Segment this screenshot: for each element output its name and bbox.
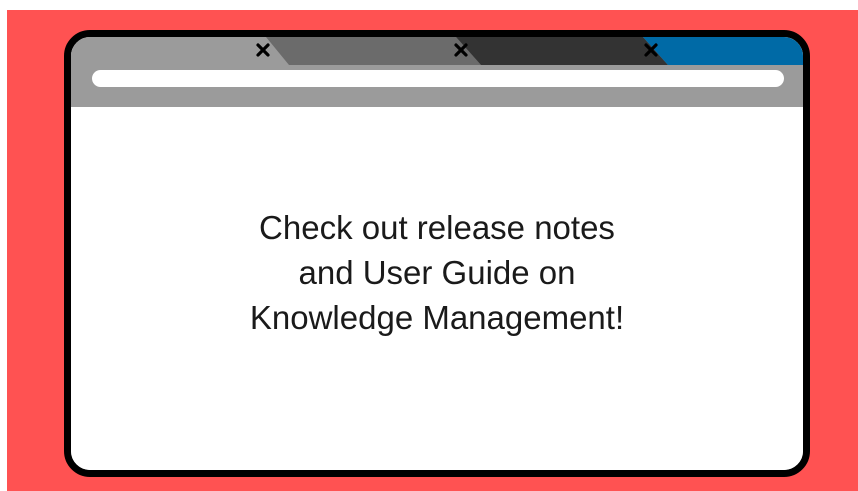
tab-3[interactable] <box>456 37 668 65</box>
tab-2[interactable] <box>266 37 481 65</box>
close-icon[interactable] <box>254 41 272 59</box>
slide-background: Check out release notes and User Guide o… <box>7 10 858 491</box>
tab-bar <box>71 37 803 65</box>
announcement-line-3: Knowledge Management! <box>249 299 625 336</box>
tab-4[interactable] <box>643 37 810 65</box>
announcement-line-1: Check out release notes <box>259 209 615 246</box>
close-icon[interactable] <box>452 41 470 59</box>
tab-1[interactable] <box>71 37 266 65</box>
announcement-text: Check out release notes and User Guide o… <box>71 205 803 340</box>
page-content: Check out release notes and User Guide o… <box>71 107 803 470</box>
browser-window: Check out release notes and User Guide o… <box>64 30 810 477</box>
tab-strip <box>71 37 810 65</box>
announcement-line-2: and User Guide on <box>298 254 576 291</box>
close-icon[interactable] <box>642 41 660 59</box>
url-input[interactable] <box>92 70 784 87</box>
address-bar <box>71 65 803 107</box>
